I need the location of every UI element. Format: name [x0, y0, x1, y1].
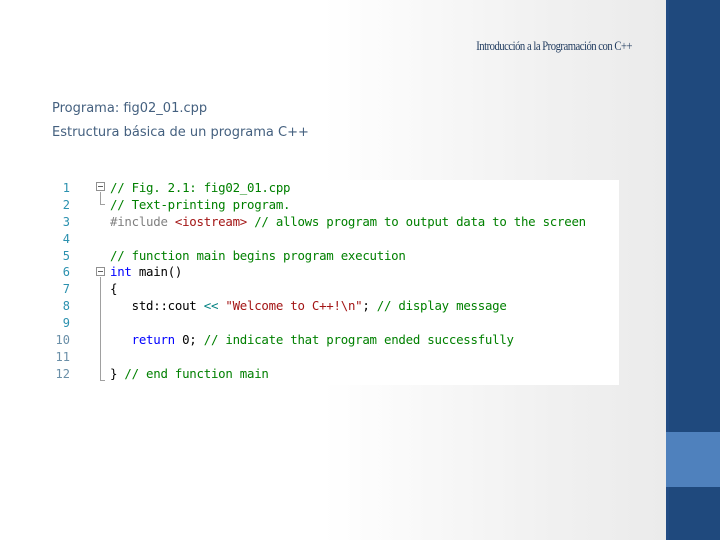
- code-comment: // Text-printing program.: [110, 196, 291, 212]
- code-text: 0;: [174, 332, 204, 348]
- line-number: 1: [62, 181, 70, 195]
- code-string: "Welcome to C++!\n": [225, 298, 363, 314]
- fold-guide-end: [100, 380, 105, 381]
- line-number: 12: [55, 366, 70, 381]
- line-number: 2: [62, 197, 70, 212]
- line-number: 9: [62, 316, 70, 331]
- code-editor[interactable]: // Fig. 2.1: fig02_01.cpp// Text-printin…: [110, 180, 586, 383]
- code-line: #include <iostream> // allows program to…: [110, 214, 586, 231]
- code-comment: // end function main: [124, 365, 269, 381]
- code-preprocessor: #include: [110, 213, 175, 229]
- code-line: int main(): [110, 264, 586, 281]
- line-number: 4: [62, 231, 70, 246]
- code-line: // Fig. 2.1: fig02_01.cpp: [110, 180, 586, 197]
- code-line: {: [110, 281, 586, 298]
- code-comment: // allows program to output data to the …: [247, 213, 586, 229]
- line-number-gutter: 1 2 3 4 5 6 7 8 9 10 11 12: [50, 180, 70, 383]
- code-line: std::cout << "Welcome to C++!\n"; // dis…: [110, 298, 586, 315]
- code-keyword: int: [110, 264, 132, 280]
- code-line: return 0; // indicate that program ended…: [110, 332, 586, 349]
- code-comment: // Fig. 2.1: fig02_01.cpp: [110, 180, 291, 195]
- code-text: main(): [131, 264, 183, 280]
- sidebar-accent-block: [666, 432, 720, 487]
- code-text: std::cout: [110, 298, 204, 314]
- fold-guide-end: [100, 204, 105, 205]
- code-operator: <<: [203, 298, 219, 314]
- line-number: 5: [62, 248, 70, 263]
- line-number: 10: [55, 333, 70, 348]
- code-text: {: [110, 281, 118, 297]
- line-number: 7: [62, 282, 70, 297]
- code-comment: // function main begins program executio…: [110, 247, 406, 263]
- code-comment: // indicate that program ended successfu…: [203, 332, 514, 348]
- fold-guide-line: [100, 192, 101, 204]
- code-comment: // display message: [376, 298, 507, 314]
- fold-guide-line: [100, 277, 101, 380]
- line-number: 11: [55, 349, 70, 364]
- code-line: // function main begins program executio…: [110, 248, 586, 265]
- line-number: 8: [62, 299, 70, 314]
- code-text: }: [110, 365, 125, 381]
- program-description-label: Estructura básica de un programa C++: [52, 125, 309, 140]
- line-number: 3: [62, 214, 70, 229]
- code-line: } // end function main: [110, 366, 586, 383]
- code-line: // Text-printing program.: [110, 197, 586, 214]
- slide-title: Introducción a la Programación con C++: [476, 38, 632, 53]
- collapse-icon[interactable]: [96, 182, 105, 191]
- code-text: ;: [362, 298, 377, 314]
- code-keyword: return: [110, 332, 176, 348]
- collapse-icon[interactable]: [96, 267, 105, 276]
- code-include-target: <iostream>: [174, 213, 247, 229]
- line-number: 6: [62, 265, 70, 280]
- program-name-label: Programa: fig02_01.cpp: [52, 101, 208, 116]
